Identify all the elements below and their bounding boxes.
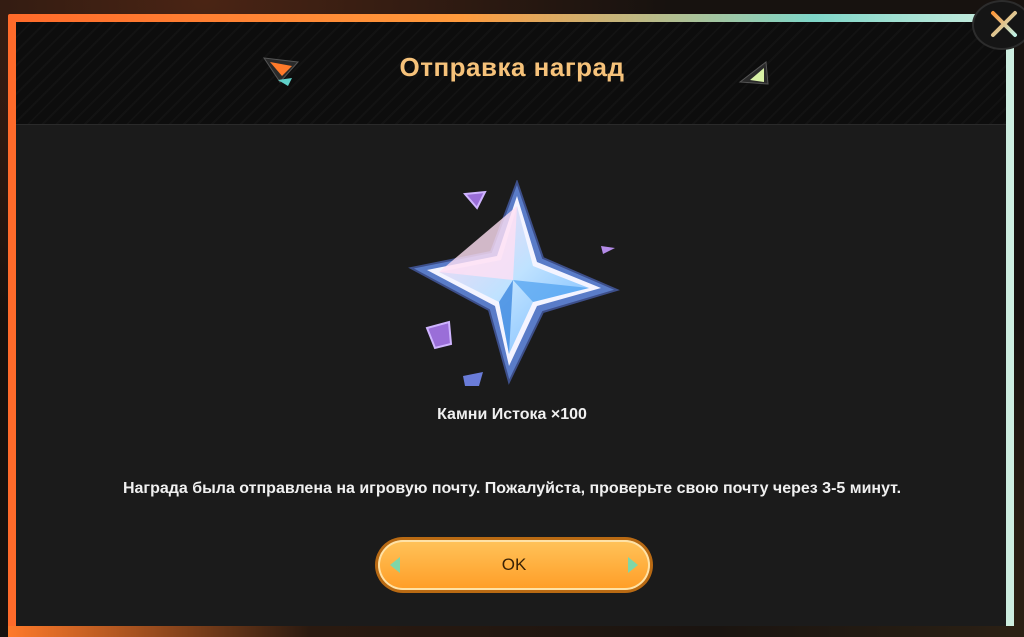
primogem-star-icon bbox=[408, 180, 620, 386]
dialog-message: Награда была отправлена на игровую почту… bbox=[122, 480, 902, 497]
dialog-title: Отправка наград bbox=[399, 52, 625, 82]
ok-button-label: OK bbox=[501, 555, 527, 574]
close-button[interactable] bbox=[972, 0, 1024, 50]
ok-button[interactable]: OK bbox=[378, 540, 650, 590]
frame-bottom-edge bbox=[8, 626, 1014, 637]
reward-label: Камни Истока ×100 bbox=[437, 406, 587, 423]
arrow-right-icon bbox=[628, 557, 638, 573]
close-icon bbox=[991, 11, 1017, 37]
